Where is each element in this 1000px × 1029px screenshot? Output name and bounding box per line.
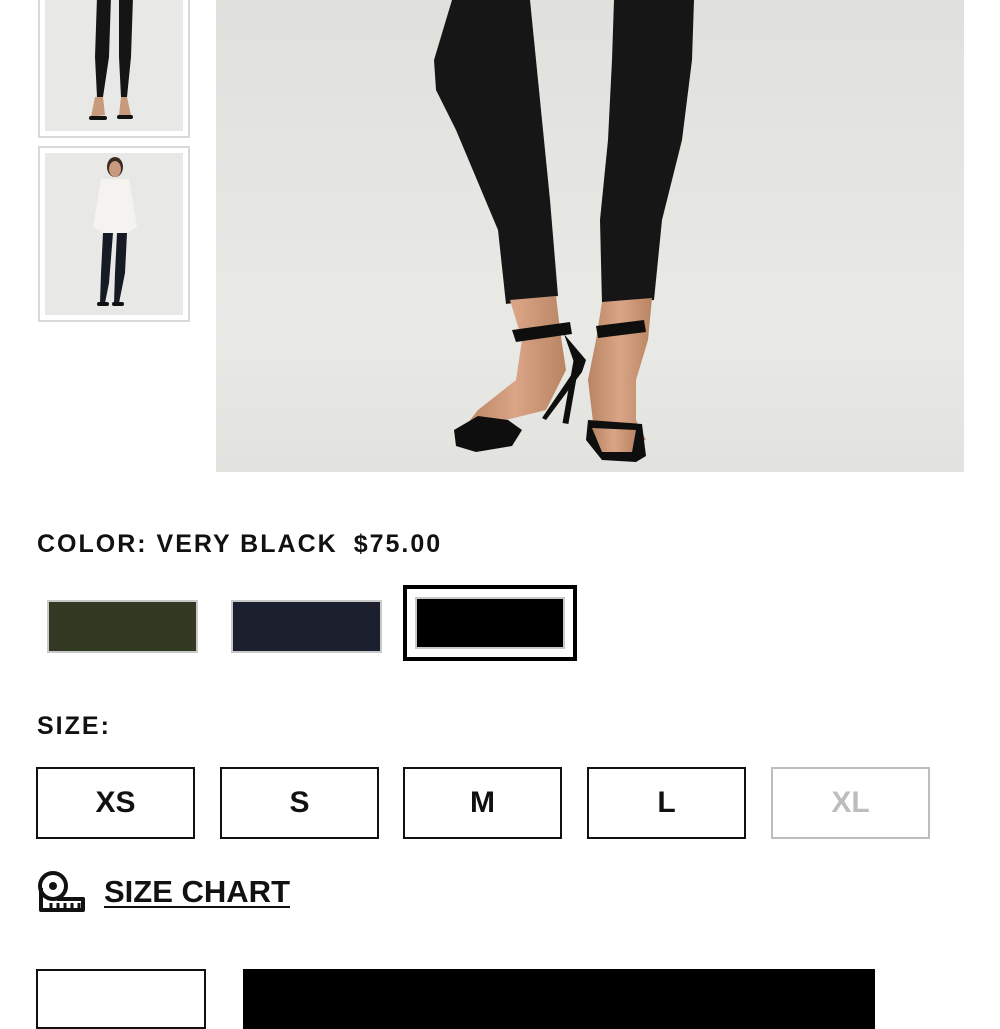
thumbnail-image	[45, 153, 183, 315]
swatch-fill	[233, 602, 380, 651]
size-chart-label: SIZE CHART	[104, 874, 290, 909]
thumbnail-image	[45, 0, 183, 131]
size-button-s[interactable]: S	[220, 767, 379, 839]
size-chart-link[interactable]: SIZE CHART	[37, 870, 290, 914]
main-product-image[interactable]	[216, 0, 964, 472]
leggings-closeup-image	[216, 0, 964, 472]
product-thumbnail-2[interactable]	[38, 146, 190, 322]
color-price-row: COLOR: VERY BLACK $75.00	[37, 530, 442, 559]
swatch-fill	[417, 599, 563, 647]
quantity-selector[interactable]	[36, 969, 206, 1029]
color-swatch-very-black-selected[interactable]	[403, 585, 577, 661]
size-button-xs[interactable]: XS	[36, 767, 195, 839]
size-button-xl-unavailable: XL	[771, 767, 930, 839]
measuring-tape-icon	[38, 871, 85, 912]
leggings-model-image	[45, 0, 183, 131]
product-thumbnail-1[interactable]	[38, 0, 190, 138]
price: $75.00	[353, 530, 443, 558]
color-swatch-navy[interactable]	[231, 600, 382, 653]
swatch-inner	[415, 597, 565, 649]
swatch-fill	[49, 602, 196, 651]
size-button-m[interactable]: M	[403, 767, 562, 839]
color-label: COLOR: VERY BLACK	[37, 530, 338, 558]
add-to-bag-button[interactable]	[243, 969, 875, 1029]
full-outfit-model-image	[45, 153, 183, 315]
size-button-l[interactable]: L	[587, 767, 746, 839]
color-swatch-olive[interactable]	[47, 600, 198, 653]
size-label: SIZE:	[37, 712, 111, 740]
